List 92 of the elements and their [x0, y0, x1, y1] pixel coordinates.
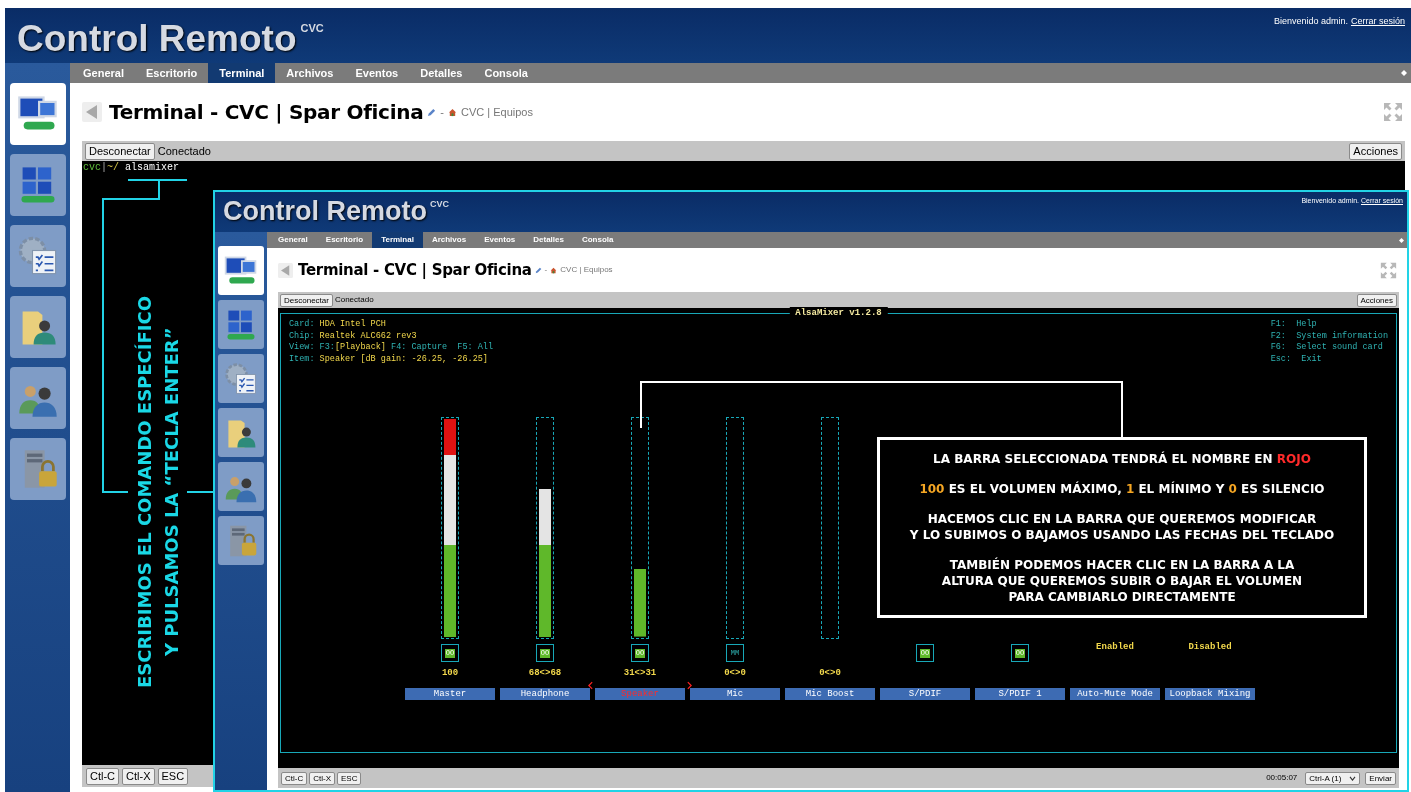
sidebar-button[interactable] [9, 83, 66, 145]
note-text: 100 ES EL VOLUMEN MÁXIMO, 1 EL MÍNIMO Y 0 ES SILENCIO [918, 480, 1326, 497]
diamond-icon [1401, 70, 1407, 76]
annotation-text: ESCRIBIMOS EL COMANDO ESPECÍFICO Y PULSAMOS LA “TECLA ENTER” [133, 296, 183, 688]
key-hint: Esc: Exit [1270, 353, 1323, 365]
actions-button[interactable]: Acciones [1349, 142, 1402, 160]
tab[interactable]: Terminal [208, 63, 276, 83]
diamond-icon [1399, 237, 1404, 243]
key-select[interactable]: Ctrl-A (1) [1305, 771, 1361, 785]
info-line: Item: Speaker [dB gain: -26.25, -26.25] [289, 353, 489, 365]
sidebar-button[interactable] [9, 367, 66, 429]
page-title: Terminal - CVC | Spar Oficina [298, 259, 532, 281]
tab[interactable]: Terminal [372, 232, 423, 248]
welcome-text: Bienvenido admin. [1273, 15, 1348, 28]
channel-label[interactable]: Headphone [500, 688, 590, 700]
actions-button[interactable]: Acciones [1356, 293, 1397, 307]
option-value: Enabled [1096, 641, 1134, 654]
channel-label[interactable]: Auto-Mute Mode [1070, 688, 1160, 700]
sidebar-button[interactable] [218, 462, 264, 511]
status-text: Conectado [334, 294, 374, 306]
key-button[interactable]: Ctl-C [86, 767, 120, 785]
pencil-icon[interactable] [427, 107, 437, 117]
breadcrumb-separator: - [544, 264, 548, 276]
volume-track[interactable] [821, 417, 839, 639]
note-text: HACEMOS CLIC EN LA BARRA QUE QUEREMOS MODIFICAR Y LO SUBIMOS O BAJAMOS USANDO LAS FECHAS DEL TECLADO [908, 510, 1336, 543]
send-button[interactable]: Enviar [1365, 771, 1396, 785]
note-text: LA BARRA SELECCIONADA TENDRÁ EL NOMBRE EN ROJO [932, 450, 1312, 467]
key-hint: F6: Select sound card [1270, 342, 1384, 354]
app-subtitle: CVC [430, 198, 449, 211]
volume-track[interactable] [726, 417, 744, 639]
key-button[interactable]: ESC [157, 767, 189, 785]
channel-label[interactable]: Loopback Mixing [1165, 688, 1255, 700]
key-hint: F2: System information [1270, 330, 1388, 342]
tab[interactable]: Escritorio [134, 63, 209, 83]
gear-checklist-icon [223, 360, 259, 397]
channel-label[interactable]: Master [405, 688, 495, 700]
sidebar-button[interactable] [218, 354, 264, 403]
disconnect-button[interactable]: Desconectar [85, 142, 155, 160]
channel-label[interactable]: S/PDIF 1 [975, 688, 1065, 700]
app-title: Control Remoto [17, 20, 297, 57]
chevron-right-icon [687, 681, 692, 690]
tab[interactable]: Detalles [524, 232, 573, 248]
logout-link[interactable]: Cerrar sesión [1350, 15, 1405, 29]
volume-value: 31<>31 [623, 668, 657, 679]
key-button[interactable]: ESC [337, 771, 362, 785]
key-button[interactable]: Ctl-X [309, 771, 335, 785]
channel-label[interactable]: S/PDIF [880, 688, 970, 700]
caret-icon [1349, 775, 1357, 781]
tab[interactable]: Eventos [475, 232, 525, 248]
channel-label[interactable]: Mic [690, 688, 780, 700]
house-icon [550, 266, 558, 274]
key-hint: F1: Help [1270, 319, 1318, 331]
house-icon [448, 107, 457, 117]
breadcrumb-link[interactable]: CVC | Equipos [560, 264, 613, 276]
key-button[interactable]: Ctl-X [122, 767, 155, 785]
tab[interactable]: General [72, 63, 135, 83]
app-title: Control Remoto [223, 198, 427, 225]
info-line: Chip: Realtek ALC662 rev3 [289, 330, 418, 342]
key-button[interactable]: Ctl-C [281, 771, 308, 785]
volume-value: 100 [441, 668, 459, 679]
disconnect-button[interactable]: Desconectar [280, 293, 333, 307]
volume-value: 0<>0 [819, 668, 841, 679]
sidebar-button[interactable] [9, 225, 66, 287]
tab[interactable]: Consola [572, 232, 623, 248]
breadcrumb-separator: - [440, 104, 444, 120]
tab[interactable]: Escritorio [316, 232, 373, 248]
volume-track[interactable] [536, 417, 554, 639]
app-subtitle: CVC [300, 21, 324, 36]
tab[interactable]: Consola [473, 63, 539, 83]
sidebar-button[interactable] [9, 296, 66, 358]
option-value: Disabled [1188, 641, 1232, 654]
command-line: cvc|~/ alsamixer [82, 161, 181, 175]
tab[interactable]: Detalles [409, 63, 474, 83]
chevron-left-icon [588, 681, 593, 690]
session-time: 00:05:07 [1266, 772, 1298, 784]
volume-value: 68<>68 [528, 668, 562, 679]
tab[interactable]: General [269, 232, 317, 248]
info-line: Card: HDA Intel PCH [289, 319, 387, 331]
sidebar-button[interactable] [218, 246, 264, 295]
status-text: Conectado [157, 143, 211, 159]
note-text: TAMBIÉN PODEMOS HACER CLIC EN LA BARRA A LA ALTURA QUE QUEREMOS SUBIR O BAJAR EL VOLUMEN PARA CAMBIARLO DIRECTAMENTE [940, 556, 1304, 605]
sidebar-button[interactable] [218, 408, 264, 457]
tab[interactable]: Archivos [275, 63, 345, 83]
tab[interactable]: Archivos [422, 232, 476, 248]
channel-label[interactable]: Mic Boost [785, 688, 875, 700]
volume-value: 0<>0 [724, 668, 746, 679]
volume-track[interactable] [631, 417, 649, 639]
info-line: View: F3:[Playback] F4: Capture F5: All [289, 342, 494, 354]
breadcrumb-link[interactable]: CVC | Equipos [461, 103, 533, 121]
page-title: Terminal - CVC | Spar Oficina [109, 99, 424, 126]
pencil-icon[interactable] [534, 266, 542, 274]
tab[interactable]: Eventos [344, 63, 410, 83]
